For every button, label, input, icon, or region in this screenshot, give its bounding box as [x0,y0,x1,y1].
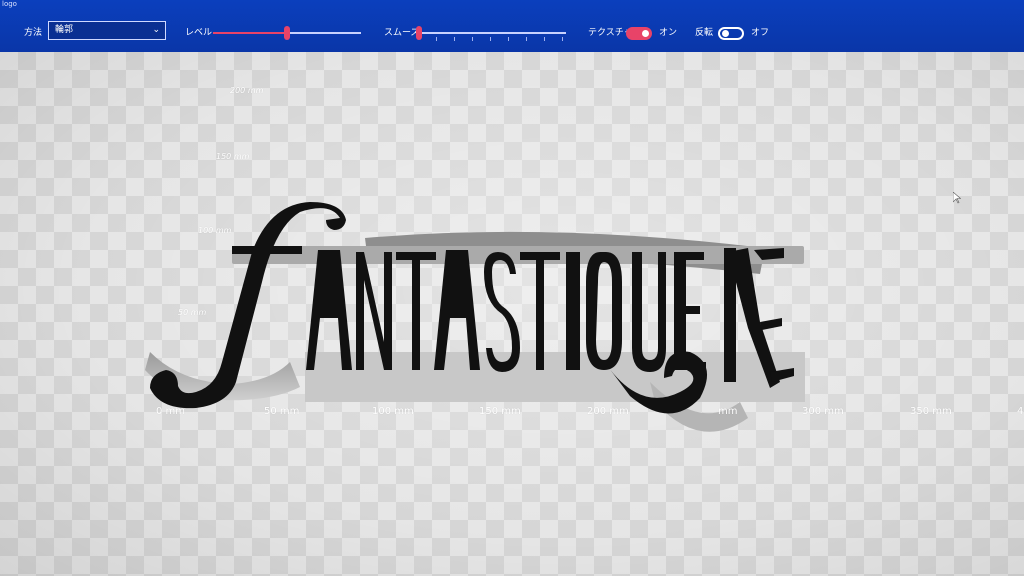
x-axis-label: 150 mm [479,406,521,417]
preview-canvas[interactable]: 200 mm 150 mm 100 mm 50 mm 0 mm 50 mm 10… [0,52,1024,576]
x-axis-label: 350 mm [910,406,952,417]
method-value: 輪郭 [55,25,74,35]
slider-tick [526,37,527,41]
slider-tick [436,37,437,41]
level-label: レベル [185,28,213,38]
texture-toggle[interactable] [626,27,652,40]
x-axis-label: 50 mm [264,406,300,417]
slider-tick [490,37,491,41]
level-slider-thumb[interactable] [284,26,290,40]
slider-tick [454,37,455,41]
smooth-label: スムーズ [384,28,420,38]
slider-tick [472,37,473,41]
slider-tick [562,37,563,41]
invert-label: 反転 [695,28,714,38]
x-axis-label: mm [718,406,738,417]
x-axis-label: 0 mm [156,406,186,417]
logo-preview [145,202,805,432]
toggle-knob [642,30,649,37]
level-slider-fill [213,32,287,34]
smooth-slider-track[interactable] [418,32,566,34]
texture-state: オン [659,28,678,38]
smooth-slider-thumb[interactable] [416,26,422,40]
invert-state: オフ [751,28,770,38]
slider-tick [508,37,509,41]
method-dropdown[interactable]: 輪郭 ⌄ [48,21,166,40]
toggle-knob [722,30,729,37]
slider-tick [544,37,545,41]
mouse-cursor-icon [953,192,961,204]
x-axis-label: 200 mm [587,406,629,417]
x-axis-label: 300 mm [802,406,844,417]
invert-toggle[interactable] [718,27,744,40]
chevron-down-icon: ⌄ [152,25,160,35]
x-axis-label: 100 mm [372,406,414,417]
window-title: logo [2,0,17,8]
toolbar: logo 方法 輪郭 ⌄ レベル スムーズ テクスチャ オン 反転 オフ [0,0,1024,52]
x-axis-label: 4 [1017,406,1024,417]
method-label: 方法 [24,28,43,38]
